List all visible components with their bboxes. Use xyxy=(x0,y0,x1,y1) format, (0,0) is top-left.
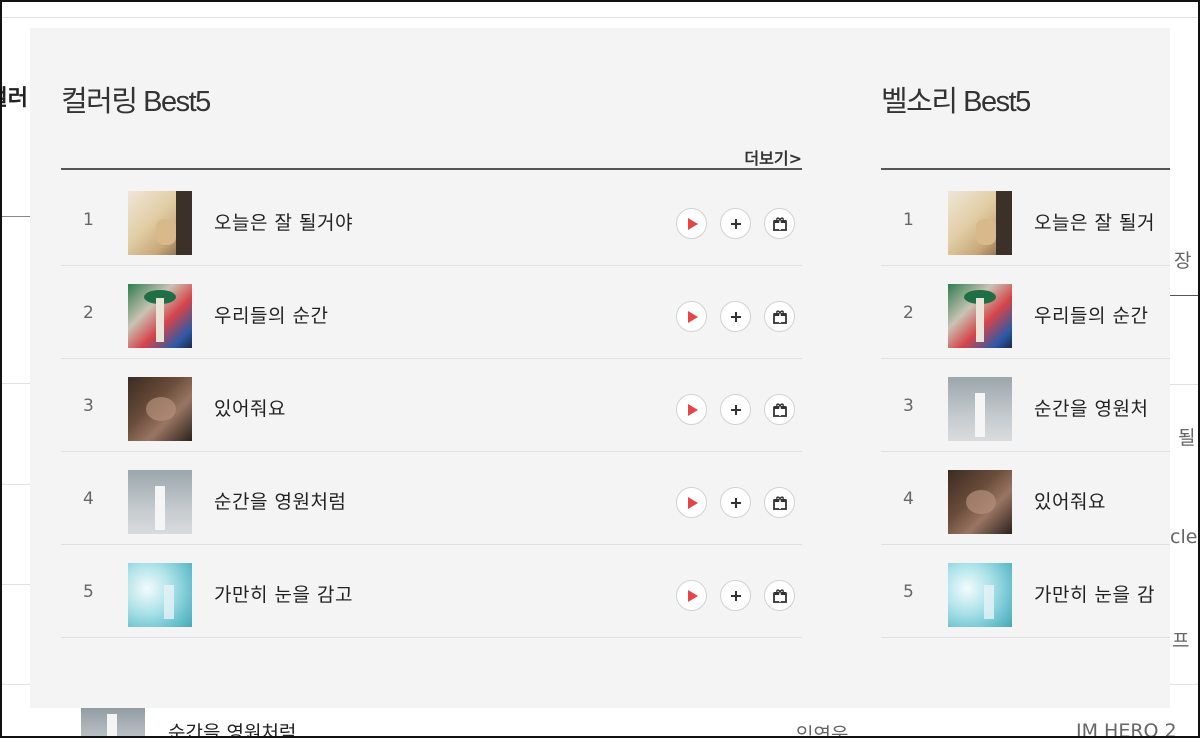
best5-popup: 컬러링 Best5 더보기> 1 오늘은 잘 될거야 2 우리들의 순간 3 있… xyxy=(30,28,1170,708)
gift-icon xyxy=(772,216,787,231)
album-thumbnail[interactable] xyxy=(128,284,192,348)
list-item: 3 순간을 영원처 xyxy=(881,359,1170,452)
plus-icon xyxy=(730,404,741,415)
add-button[interactable] xyxy=(720,301,751,332)
album-thumbnail[interactable] xyxy=(128,470,192,534)
rank-number: 4 xyxy=(903,489,914,509)
row-actions xyxy=(676,580,795,611)
add-button[interactable] xyxy=(720,487,751,518)
rank-number: 3 xyxy=(83,396,94,416)
song-title[interactable]: 오늘은 잘 될거 xyxy=(1034,208,1155,235)
play-button[interactable] xyxy=(676,487,707,518)
gift-button[interactable] xyxy=(764,394,795,425)
background-divider xyxy=(0,17,1200,18)
play-icon xyxy=(687,496,698,509)
background-divider xyxy=(0,584,30,585)
row-actions xyxy=(676,208,795,239)
section-divider xyxy=(881,168,1170,170)
background-fragment: 장 xyxy=(1174,250,1192,272)
list-item: 2 우리들의 순간 xyxy=(61,266,802,359)
gift-icon xyxy=(772,402,787,417)
list-item: 1 오늘은 잘 될거야 xyxy=(61,173,802,266)
section-title: 벨소리 Best5 xyxy=(881,86,1031,118)
play-icon xyxy=(687,589,698,602)
album-thumbnail[interactable] xyxy=(948,377,1012,441)
album-thumbnail[interactable] xyxy=(128,563,192,627)
add-button[interactable] xyxy=(720,394,751,425)
list-item: 1 오늘은 잘 될거 xyxy=(881,173,1170,266)
plus-icon xyxy=(730,590,741,601)
album-thumbnail[interactable] xyxy=(128,191,192,255)
gift-button[interactable] xyxy=(764,487,795,518)
gift-icon xyxy=(772,588,787,603)
background-divider xyxy=(1170,295,1200,296)
play-button[interactable] xyxy=(676,208,707,239)
play-button[interactable] xyxy=(676,301,707,332)
play-icon xyxy=(687,310,698,323)
song-title[interactable]: 있어줘요 xyxy=(214,394,286,421)
song-title[interactable]: 오늘은 잘 될거야 xyxy=(214,208,353,235)
album-thumbnail[interactable] xyxy=(948,284,1012,348)
row-actions xyxy=(676,394,795,425)
background-album[interactable]: IM HERO 2 xyxy=(1076,720,1177,738)
rank-number: 4 xyxy=(83,489,94,509)
list-item: 4 순간을 영원처럼 xyxy=(61,452,802,545)
album-thumbnail[interactable] xyxy=(948,563,1012,627)
gift-button[interactable] xyxy=(764,301,795,332)
list-item: 2 우리들의 순간 xyxy=(881,266,1170,359)
background-divider xyxy=(0,484,30,485)
song-title[interactable]: 가만히 눈을 감고 xyxy=(214,580,353,607)
section-title: 컬러링 Best5 xyxy=(61,86,211,118)
background-divider xyxy=(0,383,30,384)
album-thumbnail[interactable] xyxy=(948,470,1012,534)
add-button[interactable] xyxy=(720,580,751,611)
row-actions xyxy=(676,487,795,518)
rank-number: 5 xyxy=(83,582,94,602)
background-fragment: 될 xyxy=(1178,427,1196,449)
rank-number: 2 xyxy=(83,303,94,323)
play-icon xyxy=(687,403,698,416)
play-button[interactable] xyxy=(676,580,707,611)
add-button[interactable] xyxy=(720,208,751,239)
more-link[interactable]: 더보기> xyxy=(744,145,802,169)
list-item: 4 있어줘요 xyxy=(881,452,1170,545)
background-section-title: 컬러 xyxy=(0,86,28,111)
song-title[interactable]: 순간을 영원처럼 xyxy=(214,487,346,514)
section-divider xyxy=(61,168,802,170)
rank-number: 5 xyxy=(903,582,914,602)
list-item: 3 있어줘요 xyxy=(61,359,802,452)
background-divider xyxy=(1170,384,1200,385)
gift-button[interactable] xyxy=(764,580,795,611)
background-divider xyxy=(0,216,30,217)
rank-number: 3 xyxy=(903,396,914,416)
list-item: 5 가만히 눈을 감 xyxy=(881,545,1170,638)
row-actions xyxy=(676,301,795,332)
rank-number: 1 xyxy=(83,210,94,230)
song-title[interactable]: 있어줘요 xyxy=(1034,487,1106,514)
plus-icon xyxy=(730,497,741,508)
background-album-thumb[interactable] xyxy=(81,706,145,738)
background-song-title[interactable]: 순간을 영원처럼 xyxy=(168,718,296,738)
list-item: 5 가만히 눈을 감고 xyxy=(61,545,802,638)
background-fragment: cle xyxy=(1170,526,1198,548)
play-icon xyxy=(687,217,698,230)
gift-button[interactable] xyxy=(764,208,795,239)
song-title[interactable]: 우리들의 순간 xyxy=(214,301,328,328)
background-fragment: 프 xyxy=(1172,630,1190,652)
song-title[interactable]: 우리들의 순간 xyxy=(1034,301,1148,328)
album-thumbnail[interactable] xyxy=(128,377,192,441)
gift-icon xyxy=(772,309,787,324)
plus-icon xyxy=(730,311,741,322)
play-button[interactable] xyxy=(676,394,707,425)
background-artist[interactable]: 임영웅 xyxy=(796,720,848,738)
plus-icon xyxy=(730,218,741,229)
album-thumbnail[interactable] xyxy=(948,191,1012,255)
song-title[interactable]: 가만히 눈을 감 xyxy=(1034,580,1155,607)
gift-icon xyxy=(772,495,787,510)
song-title[interactable]: 순간을 영원처 xyxy=(1034,394,1148,421)
rank-number: 2 xyxy=(903,303,914,323)
rank-number: 1 xyxy=(903,210,914,230)
